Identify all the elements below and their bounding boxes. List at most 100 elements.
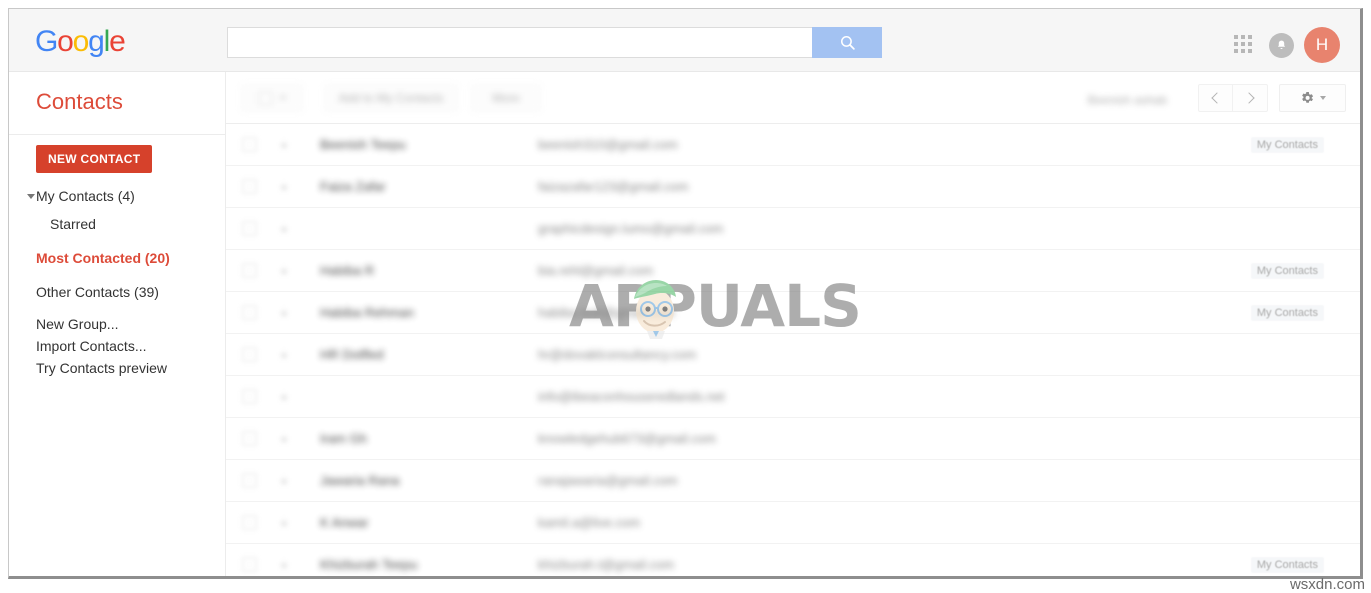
contact-email: hr@dovaklconsultancy.com [538,347,697,362]
star-icon[interactable]: ★ [277,180,291,194]
add-to-contacts-button[interactable]: Add to My Contacts [324,84,458,112]
avatar[interactable]: H [1304,27,1340,63]
table-row[interactable]: ★ K Anwar kamil.a@live.com [226,502,1360,544]
bell-icon[interactable] [1269,33,1294,58]
search-input[interactable] [227,27,812,58]
contact-name: HR Dotfled [320,347,384,362]
contact-email: khizburah.t@gmail.com [538,557,675,572]
sidebar: Contacts NEW CONTACT My Contacts (4) Sta… [9,72,226,576]
contact-name: Habiba R [320,263,375,278]
chevron-right-icon [1242,92,1255,104]
chevron-down-icon[interactable] [27,194,35,199]
star-icon[interactable]: ★ [277,432,291,446]
table-row[interactable]: ★ graphicdesign.lumo@gmail.com [226,208,1360,250]
gear-icon [1302,92,1314,103]
table-row[interactable]: ★ Iram Gh knowledgehub673@gmail.com [226,418,1360,460]
contact-name: Iram Gh [320,431,367,446]
chevron-down-icon [279,96,286,100]
action-toolbar: Add to My Contacts More Beenish ashab [226,72,1360,124]
sidebar-divider [9,134,226,135]
star-icon[interactable]: ★ [277,138,291,152]
table-row[interactable]: ★ Beenish Teepu beenish310@gmail.com My Con… [226,124,1360,166]
contact-name: Khizburah Teepu [320,557,418,572]
star-icon[interactable]: ★ [277,306,291,320]
group-badge: My Contacts [1250,136,1324,153]
search-button[interactable] [812,27,882,58]
sidebar-item-new-group[interactable]: New Group... [36,316,118,332]
group-badge [1312,227,1324,231]
browser-window: Google H Contacts NEW CONTACT My Contact… [8,8,1363,579]
group-badge [1312,395,1324,399]
chevron-left-icon [1211,92,1223,104]
new-contact-button[interactable]: NEW CONTACT [36,145,153,173]
row-checkbox[interactable] [242,389,257,404]
sidebar-item-other-contacts[interactable]: Other Contacts (39) [36,284,159,300]
star-icon[interactable]: ★ [277,516,291,530]
wsxdn-watermark: wsxdn.com [1289,576,1365,593]
table-row[interactable]: ★ Faiza Zafar faizazafar123@gmail.com [226,166,1360,208]
row-checkbox[interactable] [242,305,257,320]
logo-letter-o2: o [72,25,90,58]
group-badge [1312,521,1324,525]
table-row[interactable]: ★ Habiba R bia.rehl@gmail.com My Contacts [226,250,1360,292]
sidebar-item-my-contacts[interactable]: My Contacts (4) [36,188,135,204]
star-icon[interactable]: ★ [277,558,291,572]
contact-list[interactable]: ★ Beenish Teepu beenish310@gmail.com My Con… [226,124,1360,576]
table-row[interactable]: ★ HR Dotfled hr@dovaklconsultancy.com [226,334,1360,376]
row-checkbox[interactable] [242,179,257,194]
contact-name: Beenish Teepu [320,137,406,152]
star-icon[interactable]: ★ [277,348,291,362]
contact-email: knowledgehub673@gmail.com [538,431,716,446]
contact-email: faizazafar123@gmail.com [538,179,689,194]
more-button[interactable]: More [471,84,541,112]
chevron-down-icon [1320,96,1326,100]
logo-letter-o1: o [57,25,74,58]
sidebar-item-try-contacts-preview[interactable]: Try Contacts preview [36,360,167,376]
contact-name: Jawaria Rana [320,473,400,488]
sidebar-item-most-contacted[interactable]: Most Contacted (20) [36,250,170,266]
select-all-dropdown[interactable] [241,84,303,112]
row-checkbox[interactable] [242,221,257,236]
contact-email: graphicdesign.lumo@gmail.com [538,221,724,236]
star-icon[interactable]: ★ [277,264,291,278]
screenshot-root: Google H Contacts NEW CONTACT My Contact… [0,0,1371,593]
table-row[interactable]: ★ Jawaria Rana ranajawaria@gmail.com [226,460,1360,502]
logo-letter-g2: g [88,25,105,58]
row-checkbox[interactable] [242,515,257,530]
grid-apps-icon[interactable] [1234,35,1254,55]
contact-name: K Anwar [320,515,369,530]
settings-button[interactable] [1279,84,1346,112]
row-checkbox[interactable] [242,431,257,446]
row-checkbox[interactable] [242,557,257,572]
page-title: Contacts [36,89,123,114]
group-badge [1312,185,1324,189]
pager-range-label: Beenish ashab [1087,93,1167,107]
bell-glyph-icon [1277,40,1286,50]
contact-email: bia.rehl@gmail.com [538,263,654,278]
row-checkbox[interactable] [242,137,257,152]
group-badge: My Contacts [1250,556,1324,573]
star-icon[interactable]: ★ [277,222,291,236]
star-icon[interactable]: ★ [277,390,291,404]
next-page-button[interactable] [1233,84,1268,112]
previous-page-button[interactable] [1198,84,1233,112]
contact-name: Faiza Zafar [320,179,386,194]
row-checkbox[interactable] [242,347,257,362]
table-row[interactable]: ★ Habiba Rehman habiba.butt@gmail.com My Co… [226,292,1360,334]
sidebar-item-import-contacts[interactable]: Import Contacts... [36,338,146,354]
group-badge: My Contacts [1250,304,1324,321]
search-icon [840,35,855,50]
table-row[interactable]: ★ Khizburah Teepu khizburah.t@gmail.com My … [226,544,1360,576]
row-checkbox[interactable] [242,473,257,488]
group-badge [1312,353,1324,357]
group-badge [1312,437,1324,441]
select-all-checkbox[interactable] [258,91,272,105]
table-row[interactable]: ★ info@ibeaconhouseredlands.net [226,376,1360,418]
sidebar-item-starred[interactable]: Starred [50,216,96,232]
star-icon[interactable]: ★ [277,474,291,488]
google-top-bar: Google H [9,9,1360,72]
group-badge: My Contacts [1250,262,1324,279]
row-checkbox[interactable] [242,263,257,278]
contact-email: beenish310@gmail.com [538,137,678,152]
google-logo[interactable]: Google [35,25,126,58]
